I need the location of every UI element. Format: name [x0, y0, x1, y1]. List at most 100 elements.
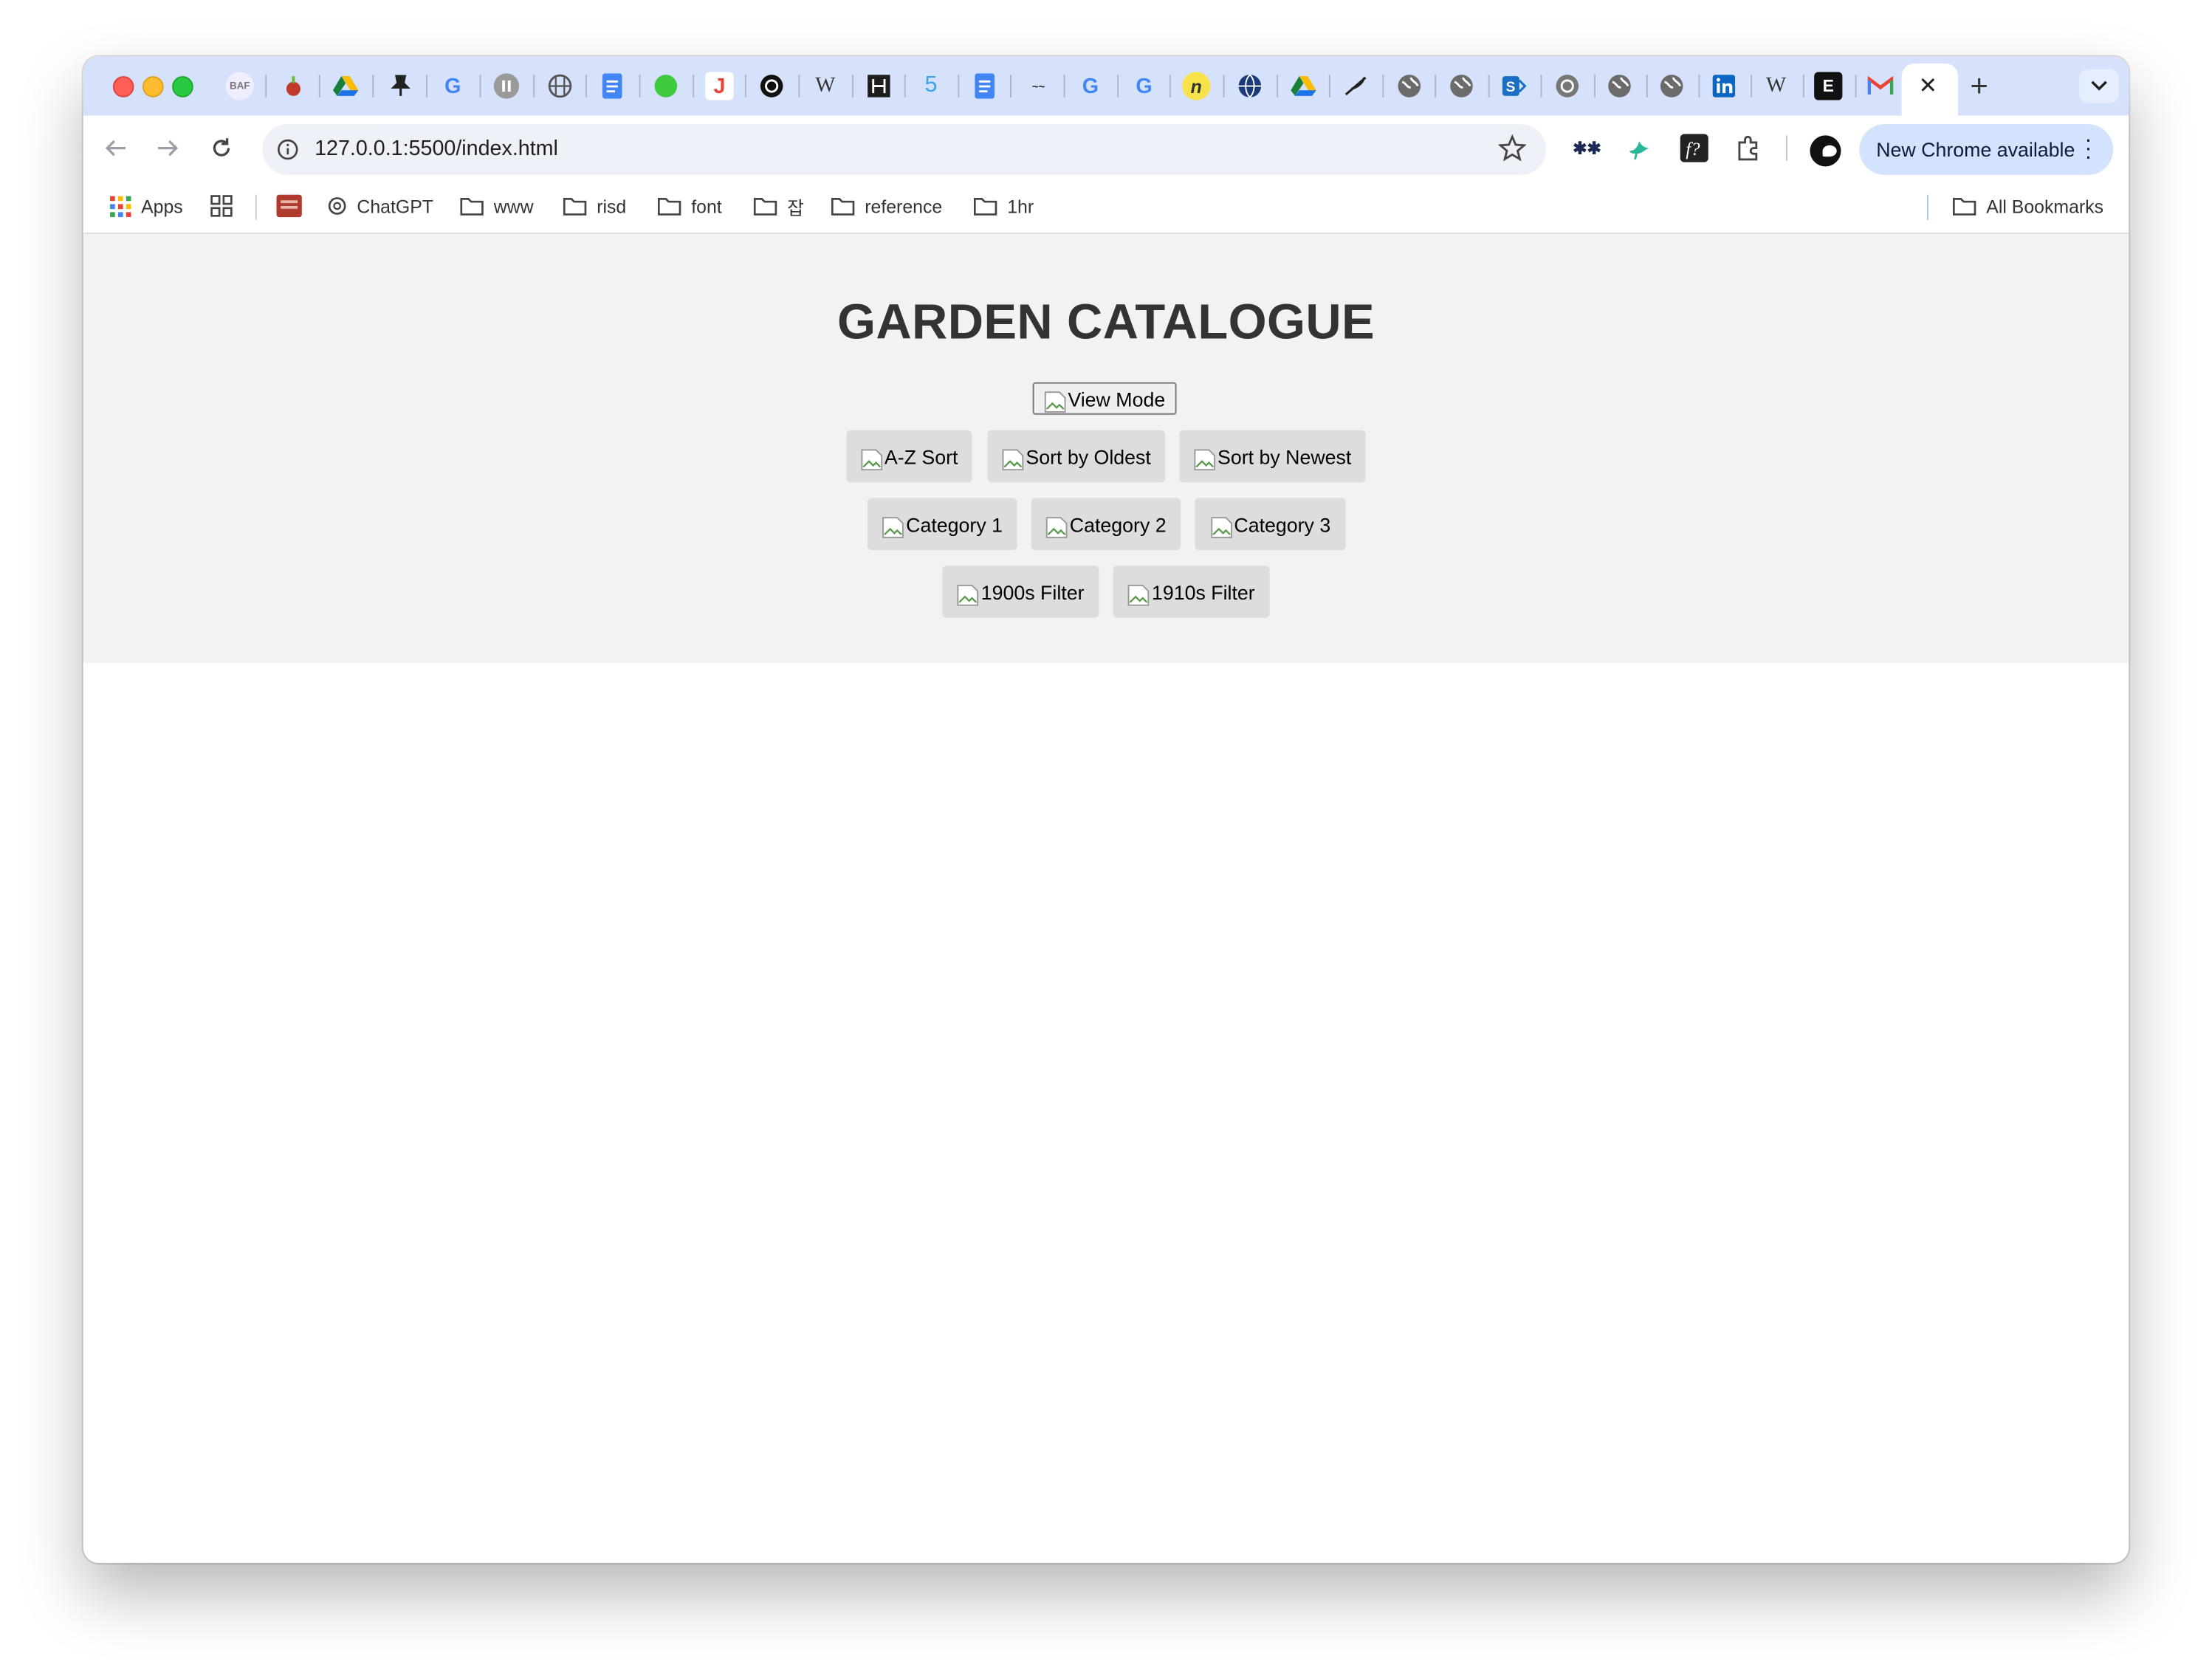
filter-1910s-button[interactable]: 1910s Filter — [1113, 566, 1270, 618]
broken-image-icon — [1128, 583, 1150, 605]
bookmark-apps[interactable]: Apps — [110, 193, 183, 219]
more-menu-icon[interactable]: · · · — [2084, 129, 2092, 168]
linkedin-icon[interactable] — [1710, 72, 1738, 100]
gmail-icon[interactable] — [1866, 72, 1895, 100]
filter-1900s-label: 1900s Filter — [980, 580, 1085, 603]
folder-icon — [657, 198, 681, 216]
baf-icon[interactable]: BAF — [225, 72, 254, 100]
close-tab-icon[interactable]: ✕ — [1919, 72, 1938, 100]
bookmark-folder-label: 잡 — [787, 196, 805, 219]
view-mode-label: View Mode — [1068, 387, 1166, 410]
google-icon[interactable]: G — [1130, 72, 1158, 100]
wikipedia-icon[interactable]: W — [1762, 72, 1790, 100]
nu-icon[interactable]: n — [1182, 72, 1211, 100]
bookmark-folder[interactable]: 1hr — [973, 193, 1034, 219]
bookmark-book-icon[interactable] — [276, 193, 312, 219]
tab-search-button[interactable] — [2079, 69, 2119, 103]
openai-icon — [328, 197, 346, 215]
openai-icon[interactable] — [1553, 72, 1581, 100]
folder-icon — [563, 198, 587, 216]
five-icon[interactable]: 5 — [917, 72, 945, 100]
filter-1910s-label: 1910s Filter — [1151, 580, 1255, 603]
sort-oldest-button[interactable]: Sort by Oldest — [987, 430, 1166, 483]
minimize-window-button[interactable] — [142, 76, 164, 97]
google-drive-icon[interactable] — [1289, 72, 1317, 100]
all-bookmarks[interactable]: All Bookmarks — [1952, 193, 2103, 219]
openai-icon[interactable] — [758, 72, 786, 100]
svg-text:f?: f? — [1686, 140, 1700, 159]
filter-1900s-button[interactable]: 1900s Filter — [942, 566, 1099, 618]
globe-icon[interactable] — [1605, 72, 1633, 100]
pin-icon[interactable] — [387, 72, 415, 100]
globe-icon[interactable] — [1447, 72, 1475, 100]
az-sort-button[interactable]: A-Z Sort — [846, 430, 972, 483]
back-button[interactable] — [99, 131, 133, 165]
update-button-label: New Chrome available — [1876, 138, 2075, 161]
bookmark-folder[interactable]: www — [460, 193, 534, 219]
maximize-window-button[interactable] — [172, 76, 193, 97]
active-tab[interactable]: ✕ — [1901, 63, 1959, 117]
sort-newest-button[interactable]: Sort by Newest — [1179, 430, 1366, 483]
view-mode-button[interactable]: View Mode — [1032, 382, 1177, 415]
browser-toolbar: 127.0.0.1:5500/index.html ✱✱ f? New Chro… — [83, 115, 2129, 181]
globe-icon[interactable] — [1658, 72, 1686, 100]
extension-bird-icon[interactable] — [1624, 133, 1655, 164]
broken-image-icon — [958, 583, 979, 605]
google-drive-icon[interactable] — [332, 72, 360, 100]
bookmark-star-icon[interactable] — [1497, 134, 1527, 170]
e-icon[interactable]: E — [1814, 72, 1843, 100]
category-1-button[interactable]: Category 1 — [868, 498, 1017, 551]
all-bookmarks-label: All Bookmarks — [1986, 195, 2104, 217]
site-info-icon[interactable] — [274, 135, 302, 163]
app-icon[interactable]: ~~ — [1024, 72, 1052, 100]
apps-grid-icon — [110, 195, 131, 217]
extension-font-icon[interactable]: f? — [1679, 133, 1710, 164]
bookmark-folder[interactable]: risd — [563, 193, 626, 219]
bookmark-folder-label: risd — [597, 195, 627, 217]
google-icon[interactable]: G — [1076, 72, 1105, 100]
bookmark-folder[interactable]: font — [657, 193, 722, 219]
google-icon[interactable]: G — [439, 72, 467, 100]
globe-icon[interactable] — [1395, 72, 1423, 100]
new-chrome-available-button[interactable]: New Chrome available · · · — [1859, 124, 2114, 175]
tab-groups-icon[interactable] — [210, 193, 243, 219]
broken-image-icon — [1002, 448, 1024, 470]
bookmark-folder[interactable]: 잡 — [753, 193, 804, 219]
category-3-label: Category 3 — [1234, 512, 1331, 536]
category-1-label: Category 1 — [906, 512, 1003, 536]
forward-button[interactable] — [151, 131, 185, 165]
extensions-puzzle-icon[interactable] — [1732, 133, 1763, 164]
reload-button[interactable] — [205, 131, 238, 165]
category-2-label: Category 2 — [1069, 512, 1167, 536]
url-text[interactable]: 127.0.0.1:5500/index.html — [315, 137, 558, 160]
apple-icon[interactable] — [279, 72, 307, 100]
docs-icon[interactable] — [598, 72, 626, 100]
folder-icon — [460, 198, 484, 216]
bookmark-folder[interactable]: reference — [831, 193, 942, 219]
green-dot-icon[interactable] — [652, 72, 680, 100]
sharepoint-icon[interactable]: S — [1500, 72, 1528, 100]
tab-strip: BAF G J W 5 ~~ G G n S W E ✕ + — [83, 56, 2129, 117]
close-window-button[interactable] — [112, 76, 134, 97]
profile-avatar[interactable] — [1810, 135, 1841, 167]
pause-icon[interactable] — [492, 72, 521, 100]
docs-icon[interactable] — [971, 72, 999, 100]
folder-icon — [973, 198, 997, 216]
address-bar[interactable]: 127.0.0.1:5500/index.html — [262, 124, 1547, 175]
back-arrow-icon — [105, 140, 126, 157]
globe-icon[interactable] — [546, 72, 574, 100]
globe-icon[interactable] — [1236, 72, 1264, 100]
broken-image-icon — [1210, 516, 1232, 537]
category-3-button[interactable]: Category 3 — [1195, 498, 1346, 551]
wikipedia-icon[interactable]: W — [811, 72, 839, 100]
page-title: GARDEN CATALOGUE — [837, 295, 1375, 350]
j-icon[interactable]: J — [705, 72, 734, 100]
dark-app-icon[interactable] — [865, 72, 893, 100]
extension-asterisk-icon[interactable]: ✱✱ — [1572, 133, 1603, 164]
bookmarks-bar: Apps ChatGPT www risd font 잡 reference 1… — [83, 180, 2129, 235]
feather-icon[interactable] — [1342, 72, 1370, 100]
page-content: GARDEN CATALOGUE View Mode A-Z Sort Sort… — [83, 234, 2129, 1563]
category-2-button[interactable]: Category 2 — [1031, 498, 1181, 551]
bookmark-chatgpt[interactable]: ChatGPT — [327, 193, 433, 219]
new-tab-button[interactable]: + — [1962, 68, 1996, 105]
